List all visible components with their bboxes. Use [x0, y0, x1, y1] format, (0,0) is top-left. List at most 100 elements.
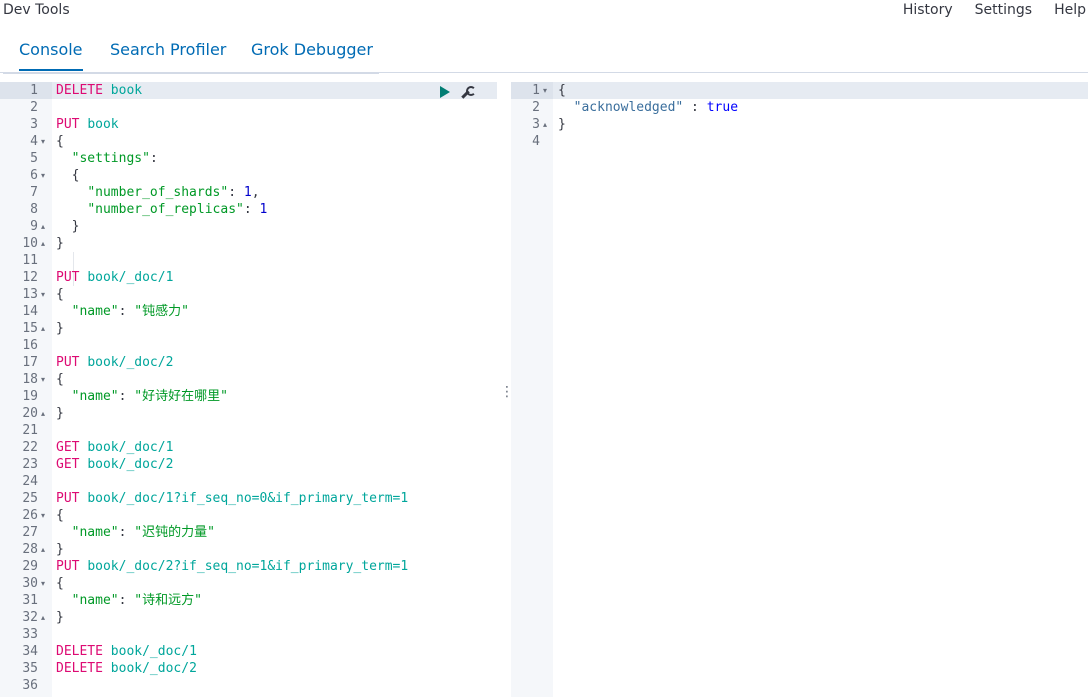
fold-expand-icon[interactable]: ▾: [41, 507, 45, 524]
code-line: }: [56, 218, 80, 235]
code-token: {: [56, 168, 80, 183]
code-line: GET book/_doc/1: [56, 439, 173, 456]
code-line: {: [56, 286, 64, 303]
code-token: book/_doc/2: [87, 355, 174, 370]
fold-expand-icon[interactable]: ▾: [41, 167, 45, 184]
code-token: "name": [71, 525, 119, 540]
code-line: }: [56, 320, 64, 337]
header-links: History Settings Help: [881, 2, 1086, 18]
fold-collapse-icon[interactable]: ▴: [41, 235, 45, 252]
play-icon[interactable]: [440, 86, 450, 98]
fold-collapse-icon[interactable]: ▴: [41, 320, 45, 337]
fold-expand-icon[interactable]: ▾: [41, 286, 45, 303]
line-number: 5: [30, 151, 38, 166]
line-number: 1: [30, 83, 38, 98]
code-line: "name": "好诗好在哪里": [56, 388, 228, 405]
line-number: 9: [30, 219, 38, 234]
code-token: :: [118, 525, 135, 540]
line-number: 8: [30, 202, 38, 217]
code-token: {: [56, 287, 64, 302]
request-actions: [440, 83, 476, 99]
line-number: 23: [22, 457, 38, 472]
code-token: :: [149, 151, 158, 166]
code-token: :: [118, 389, 135, 404]
code-line: "name": "钝感力": [56, 303, 189, 320]
code-token: GET: [56, 440, 88, 455]
line-number: 36: [22, 678, 38, 693]
top-bar: Dev Tools History Settings Help: [0, 0, 1088, 24]
fold-collapse-icon[interactable]: ▴: [41, 609, 45, 626]
code-line: {: [56, 507, 64, 524]
code-token: DELETE: [56, 661, 111, 676]
code-token: }: [56, 236, 64, 251]
code-line: PUT book/_doc/1?if_seq_no=0&if_primary_t…: [56, 490, 408, 507]
code-token: }: [56, 321, 64, 336]
code-token: "acknowledged": [573, 100, 684, 115]
line-number: 17: [22, 355, 38, 370]
code-token: :: [243, 202, 260, 217]
code-token: DELETE: [56, 644, 111, 659]
code-token: }: [56, 219, 80, 234]
code-token: "迟钝的力量": [134, 525, 215, 540]
wrench-icon[interactable]: [460, 85, 476, 99]
code-line: PUT book/_doc/2: [56, 354, 173, 371]
code-token: GET: [56, 457, 88, 472]
fold-expand-icon[interactable]: ▾: [41, 575, 45, 592]
code-line: GET book/_doc/2: [56, 456, 173, 473]
code-token: "钝感力": [134, 304, 189, 319]
code-line: {: [558, 82, 566, 99]
code-token: {: [56, 508, 64, 523]
code-token: PUT: [56, 270, 88, 285]
fold-collapse-icon[interactable]: ▴: [543, 116, 547, 133]
response-active-line: [553, 82, 1088, 99]
code-token: {: [56, 372, 64, 387]
app-title: Dev Tools: [3, 2, 70, 18]
code-token: book: [87, 117, 119, 132]
fold-collapse-icon[interactable]: ▴: [41, 541, 45, 558]
code-line: "name": "诗和远方": [56, 592, 202, 609]
tabs-divider: [0, 72, 1088, 73]
fold-collapse-icon[interactable]: ▴: [41, 405, 45, 422]
code-line: "acknowledged" : true: [558, 99, 738, 116]
tab-grok-debugger[interactable]: Grok Debugger: [251, 40, 373, 59]
code-token: book/_doc/2: [110, 661, 197, 676]
fold-expand-icon[interactable]: ▾: [41, 371, 45, 388]
line-number: 24: [22, 474, 38, 489]
code-line: PUT book: [56, 116, 119, 133]
settings-link[interactable]: Settings: [975, 2, 1032, 18]
code-token: book/_doc/1: [110, 644, 197, 659]
help-link[interactable]: Help: [1054, 2, 1086, 18]
line-number: 26: [22, 508, 38, 523]
code-line: {: [56, 167, 80, 184]
history-link[interactable]: History: [903, 2, 953, 18]
line-number: 13: [22, 287, 38, 302]
code-token: "好诗好在哪里": [134, 389, 228, 404]
code-token: :: [683, 100, 707, 115]
code-token: {: [56, 576, 64, 591]
code-token: book/_doc/1: [87, 270, 174, 285]
code-token: }: [56, 542, 64, 557]
fold-collapse-icon[interactable]: ▴: [41, 218, 45, 235]
line-number: 29: [22, 559, 38, 574]
code-line: }: [56, 541, 64, 558]
code-token: PUT: [56, 491, 88, 506]
code-line: PUT book/_doc/1: [56, 269, 173, 286]
line-number: 11: [22, 253, 38, 268]
code-token: {: [558, 83, 566, 98]
request-editor[interactable]: DELETE book PUT book{ "settings": { "numb…: [0, 82, 497, 697]
code-token: PUT: [56, 559, 88, 574]
tab-console[interactable]: Console: [19, 40, 83, 71]
line-number: 33: [22, 627, 38, 642]
code-token: true: [706, 100, 739, 115]
fold-expand-icon[interactable]: ▾: [543, 82, 547, 99]
tab-search-profiler[interactable]: Search Profiler: [110, 40, 226, 59]
fold-expand-icon[interactable]: ▾: [41, 133, 45, 150]
code-token: PUT: [56, 355, 88, 370]
